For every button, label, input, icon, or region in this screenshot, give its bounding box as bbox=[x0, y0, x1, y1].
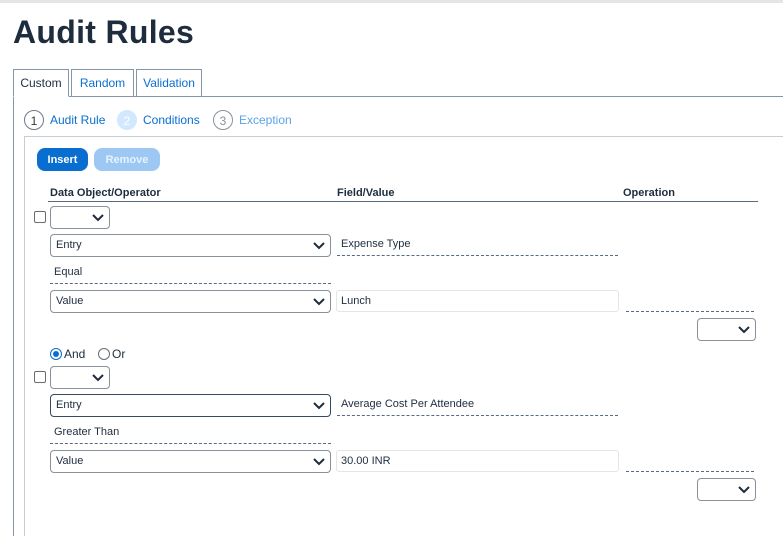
field-value: Average Cost Per Attendee bbox=[341, 398, 475, 410]
condition-1-operation-field[interactable] bbox=[626, 311, 754, 312]
tab-validation-label: Validation bbox=[143, 76, 195, 90]
and-radio[interactable]: And bbox=[50, 346, 85, 362]
chevron-down-icon bbox=[313, 402, 325, 410]
select-value: Entry bbox=[56, 399, 82, 411]
column-header-data-object: Data Object/Operator bbox=[50, 187, 161, 199]
condition-1-value-input[interactable]: Lunch bbox=[336, 290, 619, 312]
tab-validation[interactable]: Validation bbox=[136, 69, 202, 97]
top-bar bbox=[0, 0, 783, 3]
radio-selected-icon bbox=[50, 347, 62, 360]
chevron-down-icon bbox=[92, 374, 104, 382]
condition-2-checkbox[interactable] bbox=[34, 371, 46, 383]
condition-1-value-type-select[interactable]: Value bbox=[50, 290, 331, 313]
chevron-down-icon bbox=[313, 242, 325, 250]
chevron-down-icon bbox=[92, 214, 104, 222]
tab-custom-label: Custom bbox=[20, 76, 62, 90]
step-audit-rule[interactable]: 1 Audit Rule bbox=[24, 108, 105, 130]
step-label: Conditions bbox=[143, 112, 200, 127]
condition-2-value-type-select[interactable]: Value bbox=[50, 450, 331, 473]
step-number: 2 bbox=[117, 109, 137, 130]
remove-button[interactable]: Remove bbox=[94, 148, 160, 171]
or-label: Or bbox=[112, 346, 126, 361]
column-header-field-value: Field/Value bbox=[337, 187, 395, 199]
select-value: Value bbox=[56, 295, 84, 307]
operator-value: Greater Than bbox=[54, 426, 120, 438]
chevron-down-icon bbox=[738, 486, 750, 494]
page-title: Audit Rules bbox=[13, 14, 195, 50]
or-radio[interactable]: Or bbox=[98, 346, 125, 362]
condition-1-data-object-select[interactable]: Entry bbox=[50, 234, 331, 257]
select-value: Entry bbox=[56, 239, 82, 251]
chevron-down-icon bbox=[738, 326, 750, 334]
step-number: 1 bbox=[24, 109, 44, 130]
chevron-down-icon bbox=[313, 298, 325, 306]
condition-1-operator[interactable]: Equal bbox=[50, 262, 331, 284]
condition-2-value-input[interactable]: 30.00 INR bbox=[336, 450, 619, 472]
step-label: Exception bbox=[239, 112, 292, 127]
operator-value: Equal bbox=[54, 266, 83, 278]
insert-button[interactable]: Insert bbox=[37, 148, 88, 171]
condition-2-operation-field[interactable] bbox=[626, 471, 754, 472]
chevron-down-icon bbox=[313, 458, 325, 466]
condition-2-close-paren-select[interactable] bbox=[697, 478, 756, 501]
tab-random[interactable]: Random bbox=[71, 69, 134, 97]
input-value: 30.00 INR bbox=[341, 455, 391, 467]
step-exception[interactable]: 3 Exception bbox=[213, 108, 292, 130]
radio-unselected-icon bbox=[98, 347, 110, 360]
condition-2-data-object-select[interactable]: Entry bbox=[50, 394, 331, 417]
step-number: 3 bbox=[213, 109, 233, 130]
column-header-operation: Operation bbox=[623, 187, 675, 199]
condition-1-field[interactable]: Expense Type bbox=[337, 234, 618, 256]
field-value: Expense Type bbox=[341, 238, 411, 250]
condition-1-checkbox[interactable] bbox=[34, 211, 46, 223]
condition-1-close-paren-select[interactable] bbox=[697, 318, 756, 341]
header-divider bbox=[48, 201, 758, 202]
tab-custom[interactable]: Custom bbox=[13, 69, 69, 97]
and-label: And bbox=[64, 346, 86, 361]
select-value: Value bbox=[56, 455, 84, 467]
condition-2-operator[interactable]: Greater Than bbox=[50, 422, 331, 444]
step-conditions[interactable]: 2 Conditions bbox=[117, 108, 200, 130]
input-value: Lunch bbox=[341, 295, 371, 307]
condition-1-paren-select[interactable] bbox=[50, 206, 110, 229]
condition-2-field[interactable]: Average Cost Per Attendee bbox=[337, 394, 618, 416]
condition-2-paren-select[interactable] bbox=[50, 366, 110, 389]
tab-random-label: Random bbox=[79, 76, 126, 90]
step-label: Audit Rule bbox=[50, 112, 106, 127]
